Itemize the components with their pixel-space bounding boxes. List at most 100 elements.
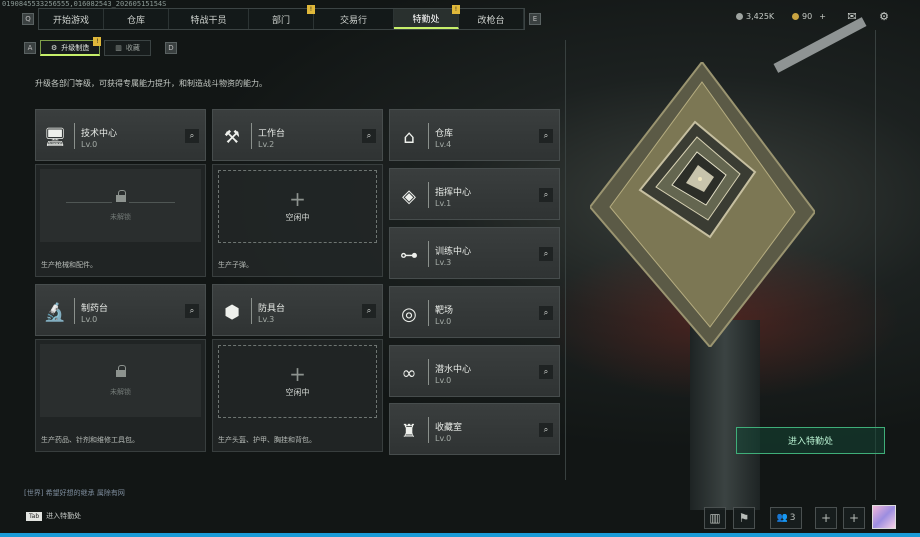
facility-name: 收藏室 bbox=[435, 423, 463, 433]
production-slot-workbench[interactable]: + 空闲中 生产子弹。 bbox=[212, 164, 383, 277]
subtab-collection[interactable]: ▥ 收藏 bbox=[104, 40, 151, 56]
search-icon[interactable]: ⌕ bbox=[362, 129, 376, 143]
facility-name: 防具台 bbox=[258, 304, 286, 314]
locked-slot: 未解锁 bbox=[40, 344, 201, 417]
chat-message[interactable]: [世界] 希望好想的继承 属除有网 bbox=[24, 488, 125, 498]
mail-icon[interactable]: ✉ bbox=[845, 10, 859, 23]
divider bbox=[74, 123, 75, 149]
friends-icon: 👥 bbox=[776, 513, 788, 523]
divider bbox=[428, 359, 429, 385]
divider bbox=[428, 241, 429, 267]
facility-level: Lv.3 bbox=[435, 258, 452, 267]
plus-icon: + bbox=[289, 187, 306, 211]
idle-slot[interactable]: + 空闲中 bbox=[218, 170, 377, 243]
plus-icon[interactable]: + bbox=[815, 507, 837, 529]
add-currency-button[interactable]: + bbox=[819, 12, 826, 21]
subtab-upgrade-craft[interactable]: ⚙ 升级制造 ! bbox=[40, 37, 102, 56]
facility-level: Lv.2 bbox=[258, 140, 275, 149]
divider bbox=[129, 202, 175, 203]
search-icon[interactable]: ⌕ bbox=[539, 129, 553, 143]
scaffold-line bbox=[565, 40, 566, 480]
facility-card-workbench[interactable]: ⚒ 工作台 Lv.2 ⌕ bbox=[212, 109, 383, 161]
facility-level: Lv.0 bbox=[81, 315, 98, 324]
facility-card-collection-room[interactable]: ♜ 收藏室 Lv.0 ⌕ bbox=[389, 403, 560, 455]
facility-card-training-center[interactable]: ⊶ 训练中心 Lv.3 ⌕ bbox=[389, 227, 560, 279]
tab-label: 开始游戏 bbox=[52, 15, 89, 26]
locked-slot: 未解锁 bbox=[40, 169, 201, 242]
gold-coin-icon bbox=[792, 13, 799, 20]
facility-card-tech-center[interactable]: 🖥 技术中心 Lv.0 ⌕ bbox=[35, 109, 206, 161]
chart-icon[interactable]: ▥ bbox=[704, 507, 726, 529]
plus-icon[interactable]: + bbox=[843, 507, 865, 529]
enter-special-ops-button[interactable]: 进入特勤处 bbox=[736, 427, 885, 454]
search-icon[interactable]: ⌕ bbox=[185, 304, 199, 318]
lock-icon bbox=[115, 189, 126, 202]
gold-currency: 90 + bbox=[792, 12, 826, 21]
lock-icon bbox=[115, 364, 126, 377]
idle-text: 空闲中 bbox=[285, 213, 310, 222]
tab-special-ops[interactable]: 特勤处! bbox=[394, 5, 460, 29]
search-icon[interactable]: ⌕ bbox=[539, 188, 553, 202]
divider bbox=[66, 202, 112, 203]
locked-text: 未解锁 bbox=[110, 387, 131, 396]
search-icon[interactable]: ⌕ bbox=[539, 247, 553, 261]
divider bbox=[251, 298, 252, 324]
search-icon[interactable]: ⌕ bbox=[539, 423, 553, 437]
facility-card-command-center[interactable]: ◈ 指挥中心 Lv.1 ⌕ bbox=[389, 168, 560, 220]
monitor-icon: 🖥 bbox=[43, 126, 67, 148]
plus-icon: + bbox=[289, 362, 306, 386]
subtab-prev-key[interactable]: A bbox=[24, 42, 36, 54]
silver-amount: 3,425K bbox=[746, 12, 775, 21]
facility-level: Lv.0 bbox=[435, 434, 452, 443]
tab-hint[interactable]: Tab 进入特勤处 bbox=[26, 511, 81, 521]
command-icon: ◈ bbox=[402, 185, 416, 207]
tab-gunsmith[interactable]: 改枪台 bbox=[459, 9, 524, 29]
tab-label: 改枪台 bbox=[477, 15, 505, 26]
flag-icon[interactable]: ⚑ bbox=[733, 507, 755, 529]
alert-badge: ! bbox=[93, 37, 102, 46]
tab-operators[interactable]: 特战干员 bbox=[169, 9, 249, 29]
production-description: 生产药品、针剂和维修工具包。 bbox=[41, 436, 139, 444]
gear-icon[interactable]: ⚙ bbox=[877, 10, 891, 23]
divider bbox=[251, 123, 252, 149]
search-icon[interactable]: ⌕ bbox=[185, 129, 199, 143]
diving-mask-icon: ∞ bbox=[401, 362, 417, 384]
facility-card-warehouse[interactable]: ⌂ 仓库 Lv.4 ⌕ bbox=[389, 109, 560, 161]
divider bbox=[428, 182, 429, 208]
divider bbox=[428, 300, 429, 326]
sub-tabs: A ⚙ 升级制造 ! ▥ 收藏 D bbox=[24, 37, 177, 56]
friends-button[interactable]: 👥 3 bbox=[770, 507, 802, 529]
cube-illustration bbox=[590, 62, 815, 347]
tab-department[interactable]: 部门! bbox=[249, 5, 315, 29]
tab-warehouse[interactable]: 仓库 bbox=[104, 9, 169, 29]
subtab-label: 收藏 bbox=[125, 44, 140, 52]
nav-prev-key[interactable]: Q bbox=[22, 13, 34, 25]
subtab-next-key[interactable]: D bbox=[164, 42, 177, 54]
tab-key: Tab bbox=[26, 511, 43, 521]
production-slot-pharmacy[interactable]: 未解锁 生产药品、针剂和维修工具包。 bbox=[35, 339, 206, 452]
facility-card-shooting-range[interactable]: ◎ 靶场 Lv.0 ⌕ bbox=[389, 286, 560, 338]
avatar[interactable] bbox=[872, 505, 896, 529]
search-icon[interactable]: ⌕ bbox=[539, 306, 553, 320]
facility-name: 制药台 bbox=[81, 304, 109, 314]
tab-trading[interactable]: 交易行 bbox=[314, 9, 394, 29]
nav-next-key[interactable]: E bbox=[529, 13, 541, 25]
facility-card-pharmacy[interactable]: 🔬 制药台 Lv.0 ⌕ bbox=[35, 284, 206, 336]
facility-card-armor-bench[interactable]: ⬢ 防具台 Lv.3 ⌕ bbox=[212, 284, 383, 336]
idle-slot[interactable]: + 空闲中 bbox=[218, 345, 377, 418]
tab-label: 特战干员 bbox=[190, 15, 227, 26]
facility-level: Lv.0 bbox=[81, 140, 98, 149]
search-icon[interactable]: ⌕ bbox=[362, 304, 376, 318]
production-description: 生产枪械和配件。 bbox=[41, 261, 97, 269]
production-slot-armor-bench[interactable]: + 空闲中 生产头盔、护甲、胸挂和背包。 bbox=[212, 339, 383, 452]
divider bbox=[428, 123, 429, 149]
microscope-icon: 🔬 bbox=[43, 301, 67, 323]
facility-level: Lv.4 bbox=[435, 140, 452, 149]
silver-currency: 3,425K bbox=[736, 12, 774, 21]
idle-text: 空闲中 bbox=[285, 388, 310, 397]
facility-card-diving-center[interactable]: ∞ 潜水中心 Lv.0 ⌕ bbox=[389, 345, 560, 397]
tab-start-game[interactable]: 开始游戏 bbox=[39, 9, 104, 29]
production-slot-tech-center[interactable]: 未解锁 生产枪械和配件。 bbox=[35, 164, 206, 277]
cube-pillar-illustration bbox=[690, 320, 760, 510]
search-icon[interactable]: ⌕ bbox=[539, 365, 553, 379]
